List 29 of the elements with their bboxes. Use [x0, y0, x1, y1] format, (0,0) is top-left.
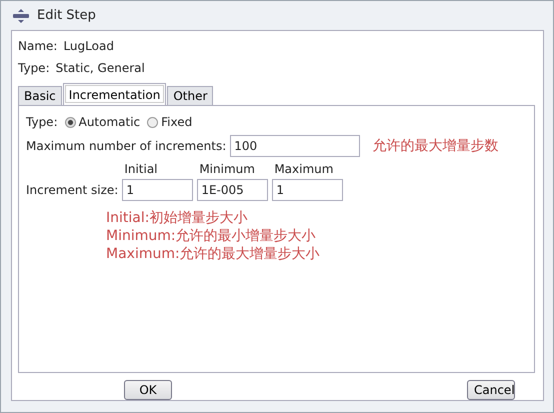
- name-label: Name:: [18, 39, 58, 53]
- annotation: Maximum:允许的最大增量步大小: [106, 245, 321, 263]
- input-field[interactable]: 1E-005: [197, 179, 268, 201]
- name-value: LugLoad: [63, 39, 114, 53]
- window-title: Edit Step: [37, 8, 96, 23]
- increment-size-label: Increment size:: [26, 183, 118, 197]
- tab[interactable]: Other: [167, 86, 214, 105]
- type-label: Type:: [26, 115, 58, 129]
- type-label: Type:: [18, 61, 50, 75]
- radio-label: Fixed: [161, 115, 192, 129]
- input-field[interactable]: 1: [122, 179, 194, 201]
- dialog-button[interactable]: Cancel: [467, 380, 515, 400]
- column-heading: Maximum: [273, 162, 334, 176]
- column-heading: Initial: [123, 162, 159, 176]
- step-icon: [13, 8, 29, 22]
- tab[interactable]: Basic: [18, 86, 62, 105]
- annotation: Initial:初始增量步大小: [106, 209, 248, 227]
- input-field[interactable]: 1: [272, 179, 344, 201]
- radio-button[interactable]: [64, 116, 76, 128]
- type-value: Static, General: [56, 61, 145, 75]
- annotation: Minimum:允许的最小增量步大小: [106, 227, 317, 245]
- radio-label: Automatic: [78, 115, 140, 129]
- tab[interactable]: Incrementation: [62, 83, 166, 105]
- annotation: 允许的最大增量步数: [372, 137, 498, 155]
- input-field[interactable]: 100: [230, 135, 360, 157]
- max-increments-label: Maximum number of increments:: [26, 139, 226, 153]
- radio-button[interactable]: [147, 116, 158, 128]
- dialog-button[interactable]: OK: [124, 380, 172, 400]
- column-heading: Minimum: [198, 162, 256, 176]
